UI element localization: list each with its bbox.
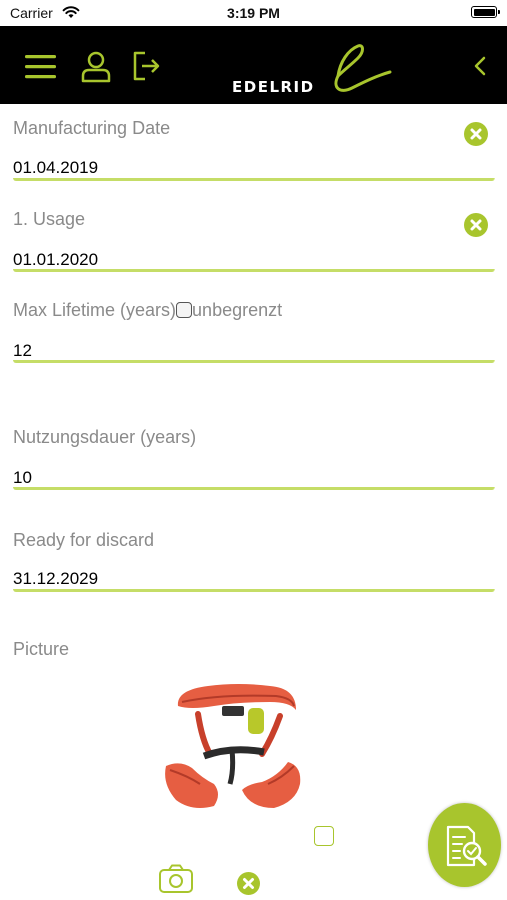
ready-for-discard-label: Ready for discard bbox=[13, 530, 155, 550]
first-usage-input[interactable]: 01.01.2020 bbox=[13, 250, 98, 270]
manufacturing-date-label: Manufacturing Date bbox=[13, 118, 171, 138]
max-lifetime-label-row: Max Lifetime (years) unbegrenzt bbox=[13, 300, 494, 321]
camera-icon[interactable] bbox=[158, 864, 194, 894]
picture-section: Picture bbox=[13, 639, 494, 669]
clear-manufacturing-date-button[interactable] bbox=[464, 122, 488, 146]
manufacturing-date-input[interactable]: 01.04.2019 bbox=[13, 158, 98, 178]
top-navbar: EDELRID bbox=[0, 26, 507, 104]
first-usage-field: 1. Usage 01.01.2020 bbox=[13, 209, 495, 273]
user-icon[interactable] bbox=[78, 48, 114, 84]
close-icon bbox=[470, 219, 482, 231]
input-underline bbox=[13, 178, 495, 181]
max-lifetime-label: Max Lifetime (years) bbox=[13, 300, 177, 320]
ready-for-discard-input[interactable]: 31.12.2029 bbox=[13, 569, 98, 589]
manufacturing-date-field: Manufacturing Date 01.04.2019 bbox=[13, 118, 495, 182]
status-bar: Carrier 3:19 PM bbox=[0, 0, 507, 26]
menu-icon[interactable] bbox=[23, 48, 59, 84]
battery-icon bbox=[471, 6, 500, 18]
usage-duration-input[interactable]: 10 bbox=[13, 468, 32, 488]
input-underline bbox=[13, 269, 495, 272]
close-icon bbox=[243, 878, 254, 889]
edelrid-logo-icon bbox=[334, 44, 392, 92]
usage-duration-label: Nutzungsdauer (years) bbox=[13, 427, 197, 447]
document-search-icon bbox=[446, 825, 487, 867]
picture-checkbox[interactable] bbox=[314, 826, 334, 846]
first-usage-label: 1. Usage bbox=[13, 209, 86, 229]
brand-name: EDELRID bbox=[232, 78, 315, 96]
unlimited-label: unbegrenzt bbox=[192, 300, 283, 320]
inspection-fab-button[interactable] bbox=[428, 803, 501, 887]
close-icon bbox=[470, 128, 482, 140]
usage-duration-field: Nutzungsdauer (years) 10 bbox=[13, 427, 495, 491]
delete-picture-button[interactable] bbox=[237, 872, 260, 895]
clear-first-usage-button[interactable] bbox=[464, 213, 488, 237]
logout-icon[interactable] bbox=[130, 48, 166, 84]
max-lifetime-field: Max Lifetime (years) unbegrenzt 12 bbox=[13, 300, 495, 364]
max-lifetime-input[interactable]: 12 bbox=[13, 341, 32, 361]
clock: 3:19 PM bbox=[227, 5, 280, 21]
back-chevron-icon[interactable] bbox=[464, 48, 500, 84]
unlimited-checkbox[interactable] bbox=[176, 302, 193, 318]
ready-for-discard-field: Ready for discard 31.12.2029 bbox=[13, 530, 495, 594]
picture-label: Picture bbox=[13, 639, 70, 659]
input-underline bbox=[13, 589, 495, 592]
input-underline bbox=[13, 360, 495, 363]
input-underline bbox=[13, 487, 495, 490]
harness-picture[interactable] bbox=[158, 680, 306, 820]
